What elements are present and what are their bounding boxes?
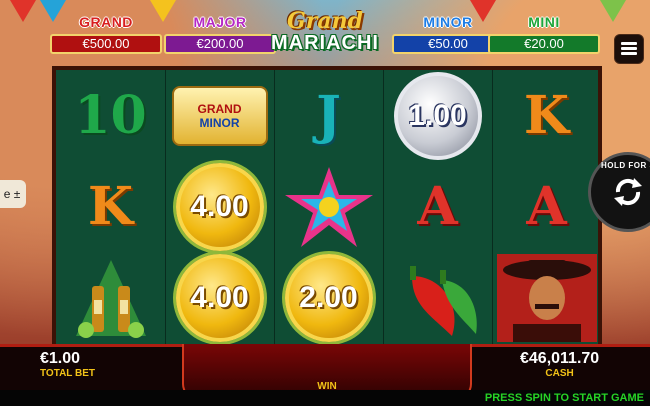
logo-line-2: MARIACHI: [271, 32, 379, 54]
total-bet-label: TOTAL BET: [40, 368, 95, 379]
banner-line: MINOR: [199, 115, 240, 130]
logo-line-1: Grand: [286, 8, 363, 34]
reel-cell: 4.00: [165, 252, 274, 343]
spin-arrows-icon: [614, 178, 642, 206]
cash-label: CASH: [545, 368, 574, 379]
spin-prompt: PRESS SPIN TO START GAME: [484, 392, 644, 404]
reel-cell: J: [274, 70, 383, 161]
banner-line: GRAND: [197, 101, 242, 116]
mariachi-singer-icon: [496, 253, 597, 342]
game-logo: Grand MARIACHI: [258, 10, 392, 64]
jack-symbol-icon: J: [316, 85, 341, 146]
reel-2: GRAND MINOR 4.00 4.00: [165, 70, 275, 344]
menu-icon: [621, 52, 637, 55]
gold-coin-icon: 4.00: [175, 253, 264, 342]
reel-cell: K: [492, 70, 601, 161]
jackpot-name: GRAND: [79, 14, 133, 30]
hold-label: HOLD FOR SE: [601, 161, 650, 170]
jackpot-name: MINI: [528, 14, 560, 30]
reel-cell: [492, 252, 601, 343]
jackpot-banner-icon: GRAND MINOR: [171, 85, 268, 146]
reel-grid: 10 K GRAND MINOR 4.00 4.00 J 2.00 1.00 A…: [52, 66, 602, 348]
gold-coin-icon: 2.00: [284, 253, 373, 342]
gold-coin-icon: 4.00: [175, 162, 264, 251]
silver-coin-icon: 1.00: [393, 71, 482, 160]
reel-cell: [274, 161, 383, 252]
reel-cell: K: [56, 161, 165, 252]
jackpot-amount: €500.00: [50, 34, 162, 54]
reel-5: K A: [492, 70, 601, 344]
reel-cell: [383, 252, 492, 343]
side-bet-button[interactable]: e ±: [0, 180, 26, 208]
jackpot-amount: €20.00: [488, 34, 600, 54]
reel-cell: 2.00: [274, 252, 383, 343]
reel-3: J 2.00: [274, 70, 384, 344]
reel-cell: 10: [56, 70, 165, 161]
king-symbol-icon: K: [87, 176, 134, 237]
total-bet-value: €1.00: [40, 350, 81, 367]
cash-value: €46,011.70: [520, 350, 600, 367]
menu-icon: [621, 47, 637, 50]
ace-symbol-icon: A: [526, 176, 567, 237]
reel-cell: [56, 252, 165, 343]
reel-4: 1.00 A: [383, 70, 493, 344]
reel-cell: A: [492, 161, 601, 252]
jackpot-mini: MINI €20.00: [488, 14, 600, 54]
reel-cell: 1.00: [383, 70, 492, 161]
reel-cell: 4.00: [165, 161, 274, 252]
total-bet-display[interactable]: €1.00 TOTAL BET: [40, 350, 95, 379]
ten-symbol-icon: 10: [74, 85, 147, 146]
status-strip: PRESS SPIN TO START GAME: [0, 390, 650, 406]
ace-symbol-icon: A: [417, 176, 458, 237]
chili-peppers-icon: [409, 265, 477, 336]
reel-1: 10 K: [56, 70, 166, 344]
pinata-star-icon: [284, 166, 373, 247]
jackpot-grand: GRAND €500.00: [50, 14, 162, 54]
beer-bottles-icon: [75, 259, 146, 338]
cash-display: €46,011.70 CASH: [520, 350, 599, 379]
reel-cell: A: [383, 161, 492, 252]
reel-cell: GRAND MINOR: [165, 70, 274, 161]
menu-button[interactable]: [614, 34, 644, 64]
menu-icon: [621, 42, 637, 45]
king-symbol-icon: K: [523, 85, 570, 146]
